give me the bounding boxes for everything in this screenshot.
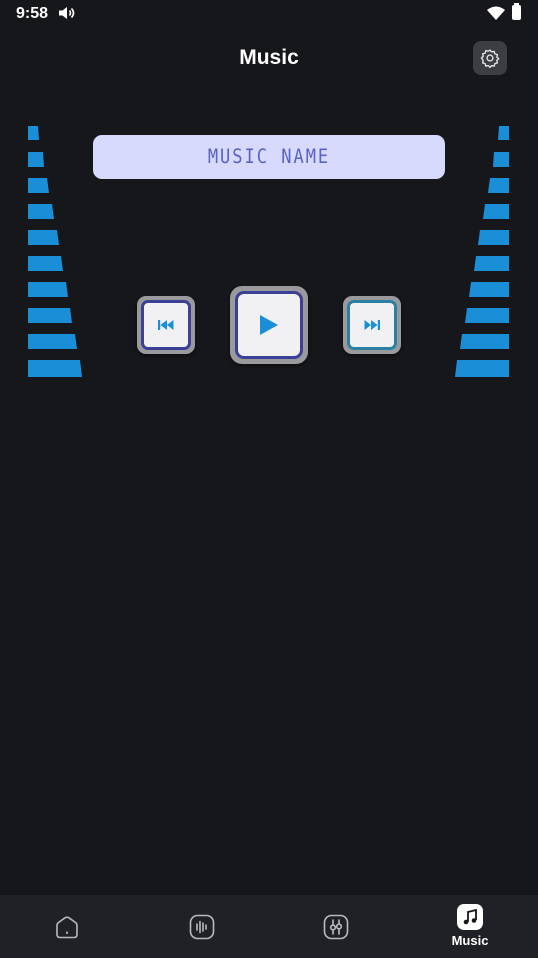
next-icon [364,320,380,330]
track-name-display: MUSIC NAME [93,135,445,179]
nav-home[interactable] [37,895,97,958]
bottom-nav: Music [0,895,538,958]
previous-button-face[interactable] [141,300,191,350]
nav-sound[interactable] [172,895,232,958]
play-button[interactable] [230,286,308,364]
next-button[interactable] [343,296,401,354]
nav-equalizer[interactable] [306,895,366,958]
previous-button[interactable] [137,296,195,354]
gear-icon [480,49,500,68]
wifi-icon [487,6,505,20]
sound-wave-icon [189,914,215,940]
page-title: Music [239,46,299,69]
settings-button[interactable] [473,41,507,75]
play-icon [260,315,278,335]
music-note-icon [457,904,483,930]
previous-icon [158,320,174,330]
status-bar: 9:58 [0,0,538,28]
equalizer-icon [323,914,349,940]
home-icon [56,916,78,939]
track-name: MUSIC NAME [207,145,331,169]
play-button-face[interactable] [235,291,303,359]
status-time: 9:58 [16,5,49,22]
equalizer-bars-left [28,126,82,377]
volume-icon [59,7,75,19]
battery-icon [512,3,521,20]
next-button-face[interactable] [347,300,397,350]
nav-music-label: Music [451,933,489,948]
equalizer-bars-right [455,126,509,377]
nav-music[interactable]: Music [440,895,500,958]
